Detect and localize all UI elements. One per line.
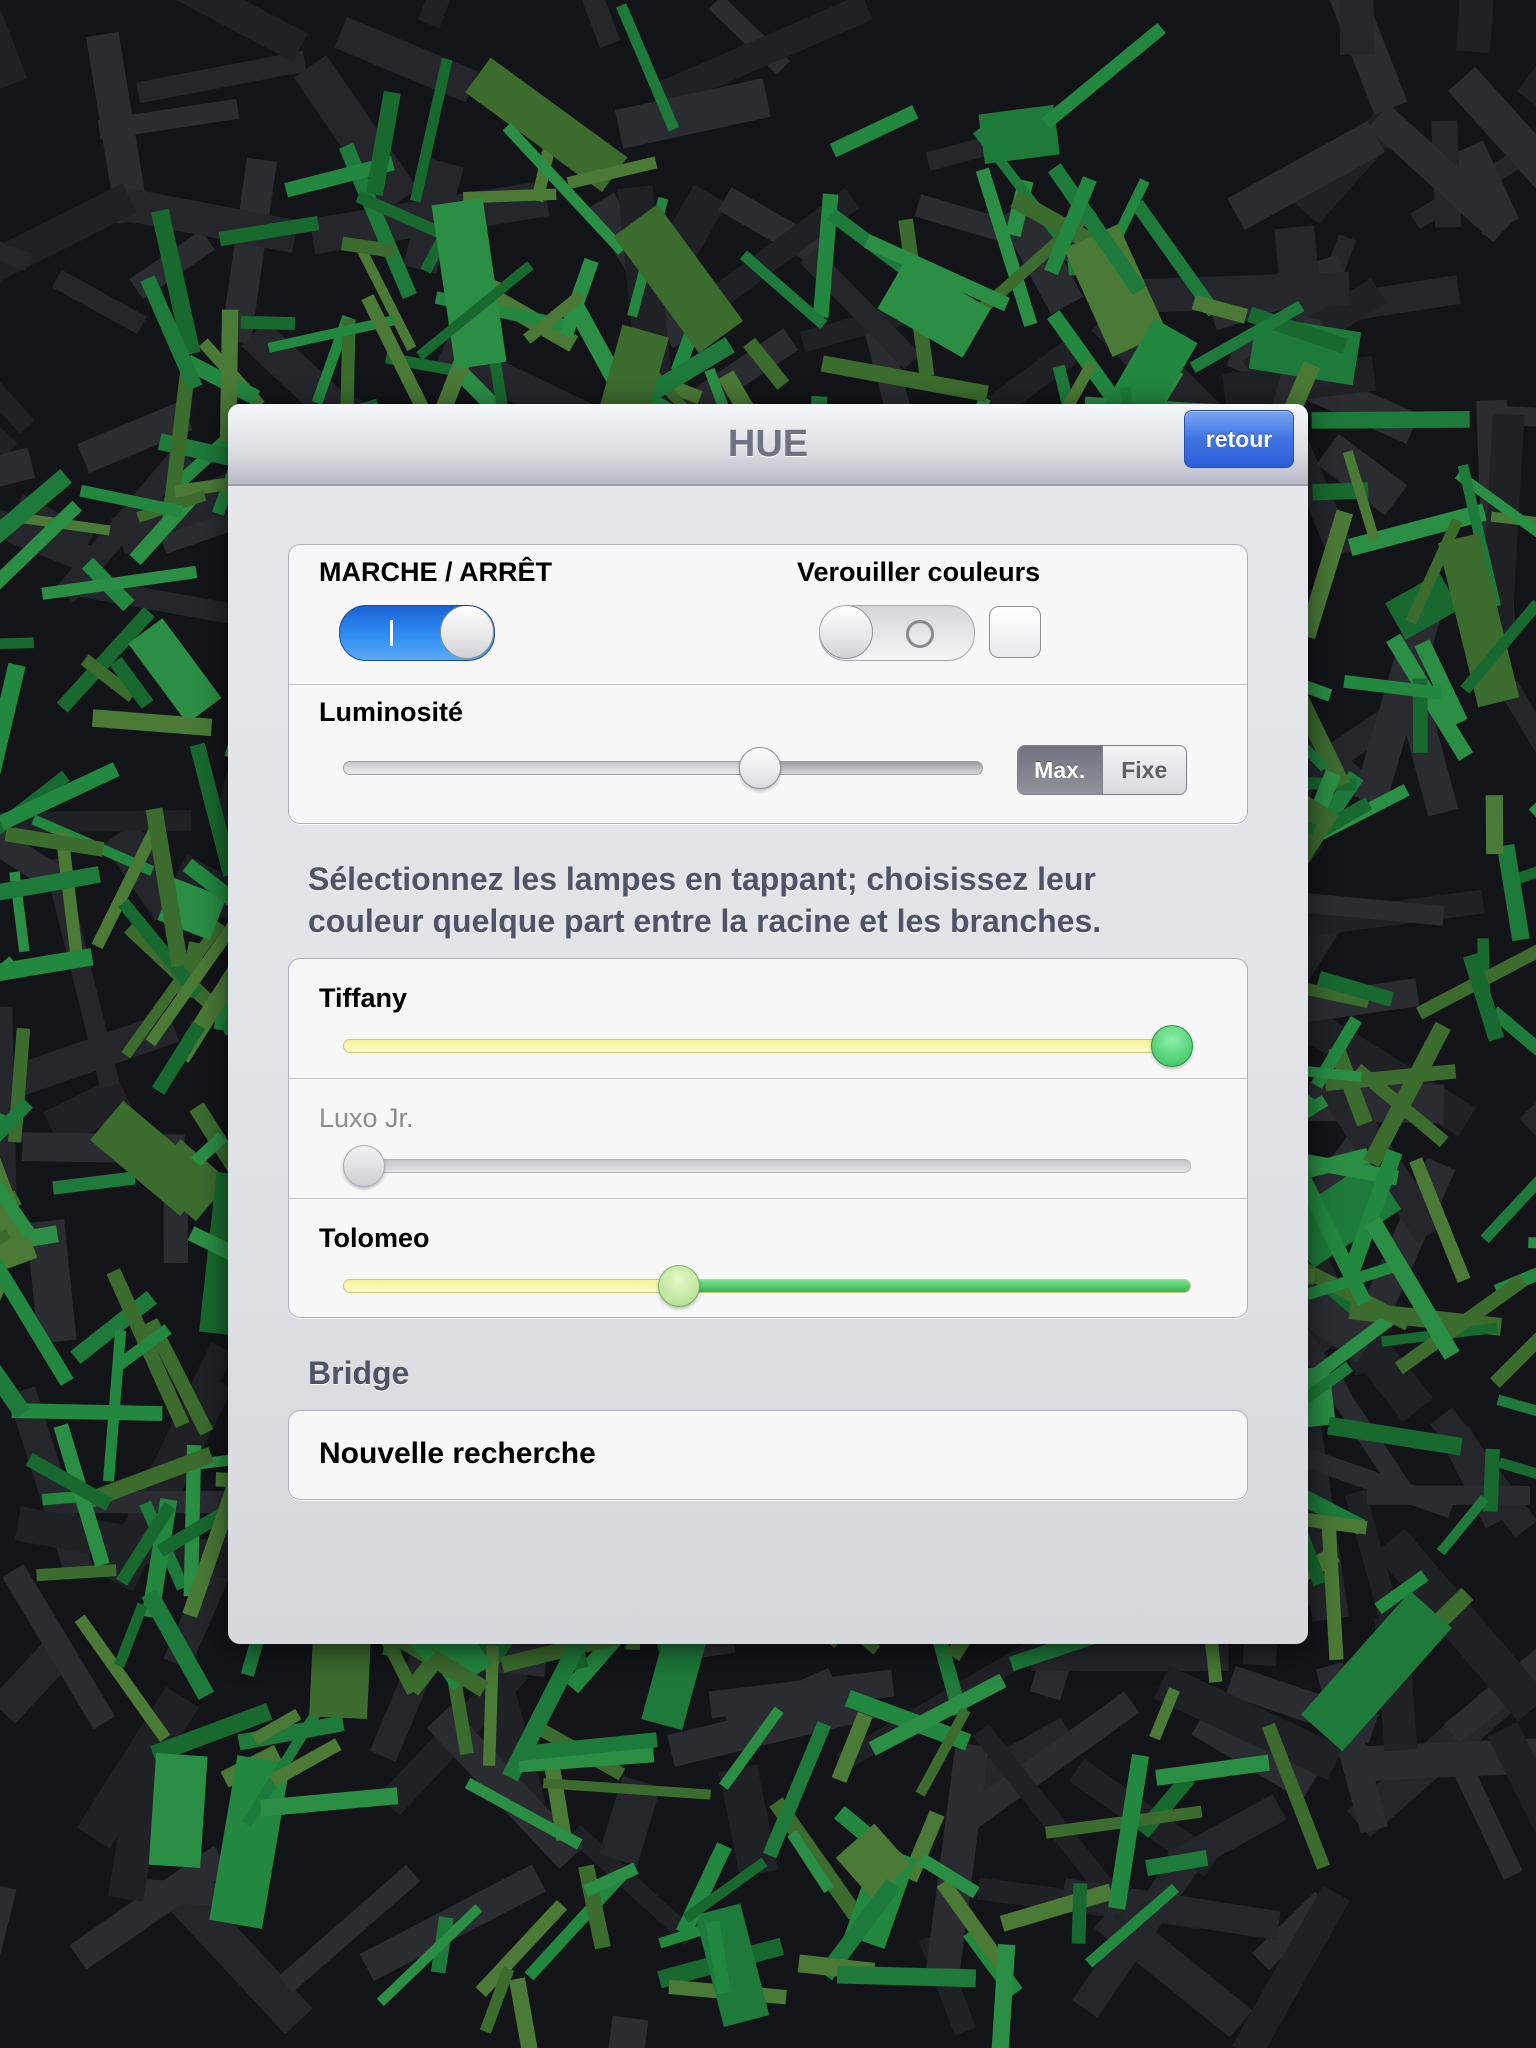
lamps-group: Tiffany Luxo Jr. Tolomeo	[288, 958, 1248, 1318]
switch-knob	[440, 606, 494, 659]
lamp-name-tiffany: Tiffany	[319, 983, 408, 1013]
brightness-slider-thumb[interactable]	[739, 747, 781, 789]
lock-colors-checkbox[interactable]	[989, 606, 1041, 658]
page-title: HUE	[727, 423, 809, 465]
brightness-mode-segmented-control: Max. Fixe	[1017, 745, 1187, 795]
power-switch[interactable]	[339, 605, 495, 661]
lamp-name-tolomeo: Tolomeo	[319, 1223, 430, 1253]
lamp-slider-thumb-tiffany[interactable]	[1151, 1025, 1193, 1067]
divider	[289, 1198, 1247, 1199]
segment-fixe[interactable]: Fixe	[1102, 746, 1186, 794]
on-indicator-icon	[390, 620, 393, 646]
divider	[289, 1078, 1247, 1079]
new-search-button[interactable]: Nouvelle recherche	[319, 1411, 1219, 1499]
settings-group: MARCHE / ARRÊT Verouiller couleurs Lumin…	[288, 544, 1248, 824]
lock-colors-switch[interactable]	[819, 605, 975, 661]
bridge-section-header: Bridge	[308, 1355, 410, 1391]
brightness-slider-fill	[344, 762, 766, 774]
switch-knob	[820, 606, 873, 659]
divider	[289, 684, 1247, 685]
instructions-text: Sélectionnez les lampes en tappant; choi…	[308, 861, 1102, 939]
lamp-slider-thumb-tolomeo[interactable]	[658, 1265, 701, 1307]
hue-settings-popover: HUE retour MARCHE / ARRÊT Verouiller cou…	[228, 404, 1308, 1644]
lamp-slider-tiffany[interactable]	[343, 1039, 1191, 1053]
lock-colors-label: Verouiller couleurs	[797, 557, 1041, 587]
lamp-slider-tolomeo[interactable]	[343, 1279, 1191, 1293]
lamp-slider-fill-tolomeo	[673, 1280, 1190, 1292]
lamp-name-luxo-jr: Luxo Jr.	[319, 1103, 414, 1133]
back-button[interactable]: retour	[1184, 410, 1294, 468]
bridge-group: Nouvelle recherche	[288, 1410, 1248, 1500]
power-label: MARCHE / ARRÊT	[319, 557, 552, 587]
segment-max[interactable]: Max.	[1018, 746, 1103, 794]
navigation-bar: HUE retour	[228, 404, 1308, 486]
lamp-slider-thumb-luxo-jr[interactable]	[343, 1145, 385, 1187]
brightness-label: Luminosité	[319, 697, 464, 727]
brightness-slider[interactable]	[343, 761, 983, 775]
lamp-slider-luxo-jr[interactable]	[343, 1159, 1191, 1173]
off-indicator-icon	[906, 620, 934, 648]
